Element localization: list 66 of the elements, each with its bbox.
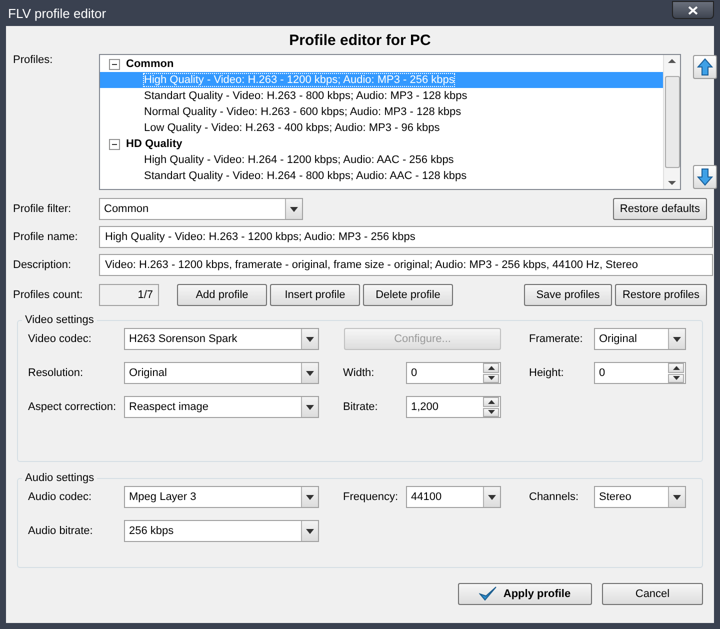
collapse-icon[interactable] bbox=[109, 138, 120, 150]
dropdown-field[interactable]: 256 kbps bbox=[124, 520, 319, 542]
field-label: Bitrate: bbox=[343, 401, 379, 413]
description-field[interactable]: Video: H.263 - 1200 kbps, framerate - original, frame size - original; Audio: MP3 - 256 kbps, 44100 Hz, Stereo bbox=[99, 254, 713, 276]
field-label: Profiles count: bbox=[13, 289, 84, 301]
group-name[interactable]: HD Quality bbox=[126, 138, 182, 150]
cancel-button[interactable]: Cancel bbox=[602, 583, 703, 605]
checkmark-icon bbox=[479, 586, 498, 602]
dropdown-field[interactable]: H263 Sorenson Spark bbox=[124, 328, 319, 350]
profile-name-field[interactable]: High Quality - Video: H.263 - 1200 kbps; Audio: MP3 - 256 kbps bbox=[99, 226, 713, 248]
dropdown-field[interactable]: Original bbox=[124, 362, 319, 384]
number-field[interactable]: 0 bbox=[406, 362, 501, 384]
field-label: Description: bbox=[13, 259, 72, 271]
list-item[interactable]: Standart Quality - Video: H.263 - 800 kbps; Audio: MP3 - 128 kbps bbox=[100, 88, 663, 104]
dropdown-field[interactable]: Original bbox=[594, 328, 686, 350]
list-item[interactable]: Normal Quality - Video: H.263 - 600 kbps; Audio: MP3 - 128 kbps bbox=[100, 104, 663, 120]
group-name[interactable]: Common bbox=[126, 58, 174, 70]
close-button[interactable] bbox=[672, 1, 714, 19]
move-down-button[interactable] bbox=[693, 165, 717, 189]
spin-up-icon[interactable] bbox=[668, 363, 684, 372]
dialog-heading: Profile editor for PC bbox=[288, 32, 432, 51]
dropdown-field[interactable]: 44100 bbox=[406, 486, 501, 508]
profile-button[interactable]: Insert profile bbox=[270, 284, 360, 306]
profiles-file-button[interactable]: Restore profiles bbox=[615, 284, 707, 306]
move-up-button[interactable] bbox=[693, 55, 717, 79]
apply-profile-button[interactable]: Apply profile bbox=[458, 583, 592, 605]
field-label: Profile name: bbox=[13, 231, 79, 243]
spin-down-icon[interactable] bbox=[483, 408, 499, 417]
number-field[interactable]: 0 bbox=[594, 362, 686, 384]
field-label: Frequency: bbox=[343, 491, 400, 503]
field-label: Audio codec: bbox=[28, 491, 93, 503]
down-arrow-icon bbox=[697, 168, 713, 186]
spin-down-icon[interactable] bbox=[668, 374, 684, 383]
spin-up-icon[interactable] bbox=[483, 363, 499, 372]
field-label: Profile filter: bbox=[13, 203, 72, 215]
profiles-file-button[interactable]: Save profiles bbox=[524, 284, 612, 306]
window-title: FLV profile editor bbox=[7, 6, 106, 20]
profile-button[interactable]: Add profile bbox=[177, 284, 267, 306]
close-icon bbox=[688, 6, 698, 14]
field-label: Framerate: bbox=[529, 333, 584, 345]
field-label: Width: bbox=[343, 367, 376, 379]
field-label: Channels: bbox=[529, 491, 580, 503]
list-item[interactable]: High Quality - Video: H.264 - 1200 kbps; Audio: AAC - 256 kbps bbox=[100, 152, 663, 168]
restore-defaults-button[interactable]: Restore defaults bbox=[612, 198, 707, 220]
dropdown-field[interactable]: Common bbox=[99, 198, 303, 220]
scrollbar[interactable] bbox=[663, 55, 680, 189]
field-label: Resolution: bbox=[28, 367, 84, 379]
field-label: Profiles: bbox=[13, 54, 54, 66]
list-item[interactable]: Standart Quality - Video: H.264 - 800 kbps; Audio: AAC - 128 kbps bbox=[100, 168, 663, 184]
spin-down-icon[interactable] bbox=[483, 374, 499, 383]
field-label: Aspect correction: bbox=[28, 401, 118, 413]
profile-button[interactable]: Delete profile bbox=[363, 284, 453, 306]
up-arrow-icon bbox=[697, 58, 713, 76]
collapse-icon[interactable] bbox=[109, 58, 120, 70]
spin-up-icon[interactable] bbox=[483, 397, 499, 406]
group-title: Video settings bbox=[24, 314, 95, 326]
field-label: Audio bitrate: bbox=[28, 525, 94, 537]
field-label: Height: bbox=[529, 367, 565, 379]
list-item[interactable]: Low Quality - Video: H.263 - 400 kbps; Audio: MP3 - 96 kbps bbox=[100, 120, 663, 136]
number-field[interactable]: 1,200 bbox=[406, 396, 501, 418]
dropdown-field[interactable]: Reaspect image bbox=[124, 396, 319, 418]
group-title: Audio settings bbox=[24, 472, 96, 484]
dropdown-field[interactable]: Stereo bbox=[594, 486, 686, 508]
profiles-count-field: 1/7 bbox=[99, 284, 159, 306]
field-label: Video codec: bbox=[28, 333, 92, 345]
dropdown-field[interactable]: Mpeg Layer 3 bbox=[124, 486, 319, 508]
